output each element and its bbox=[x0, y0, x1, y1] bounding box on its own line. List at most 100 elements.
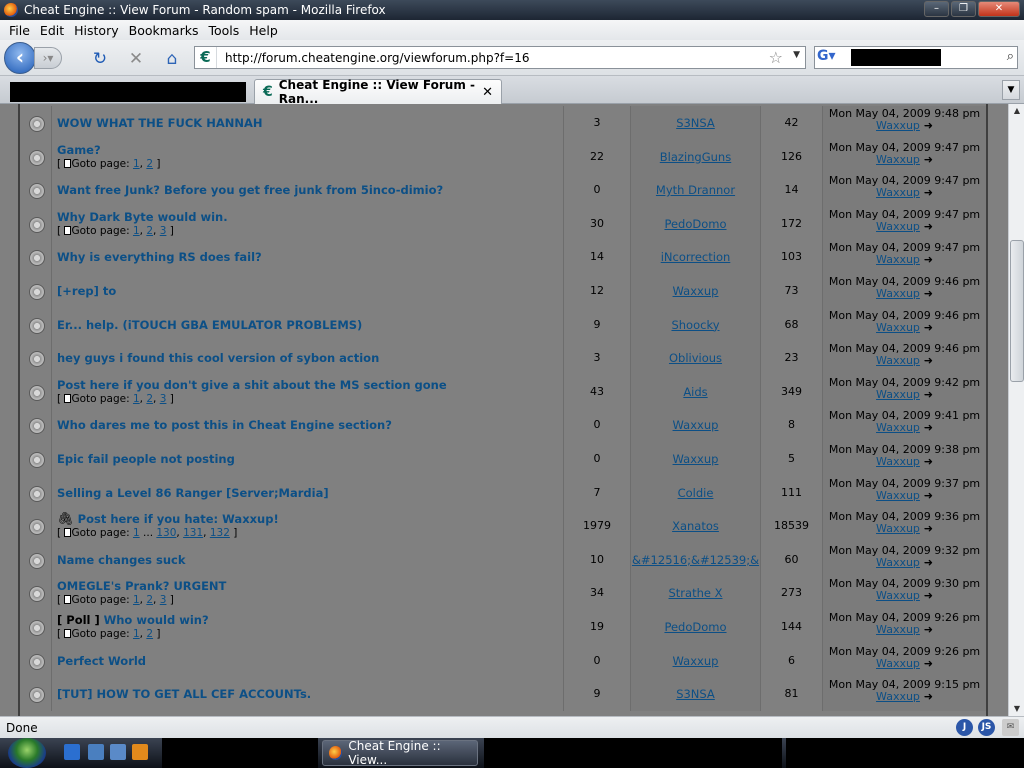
menu-help[interactable]: Help bbox=[244, 23, 283, 38]
view-latest-post-icon[interactable]: ➜ bbox=[920, 421, 933, 434]
bookmark-star-icon[interactable]: ☆ bbox=[769, 48, 783, 67]
topic-title-link[interactable]: hey guys i found this cool version of sy… bbox=[57, 351, 379, 365]
menu-history[interactable]: History bbox=[69, 23, 123, 38]
scroll-thumb[interactable] bbox=[1010, 240, 1024, 382]
topic-title-link[interactable]: Selling a Level 86 Ranger [Server;Mardia… bbox=[57, 486, 329, 500]
view-latest-post-icon[interactable]: ➜ bbox=[920, 455, 933, 468]
tab-list-button[interactable]: ▼ bbox=[1002, 80, 1020, 100]
last-poster-link[interactable]: Waxxup bbox=[876, 455, 920, 468]
view-latest-post-icon[interactable]: ➜ bbox=[920, 623, 933, 636]
minimize-button[interactable]: – bbox=[924, 1, 949, 17]
view-latest-post-icon[interactable]: ➜ bbox=[920, 220, 933, 233]
last-poster-link[interactable]: Waxxup bbox=[876, 388, 920, 401]
forward-button[interactable]: ›▾ bbox=[34, 47, 62, 69]
topic-title-link[interactable]: WOW WHAT THE FUCK HANNAH bbox=[57, 116, 263, 130]
last-poster-link[interactable]: Waxxup bbox=[876, 287, 920, 300]
author-link[interactable]: Waxxup bbox=[673, 284, 719, 298]
author-link[interactable]: Myth Drannor bbox=[656, 183, 735, 197]
topic-title-link[interactable]: OMEGLE's Prank? URGENT bbox=[57, 579, 226, 593]
last-poster-link[interactable]: Waxxup bbox=[876, 421, 920, 434]
view-latest-post-icon[interactable]: ➜ bbox=[920, 186, 933, 199]
url-dropdown-icon[interactable]: ▼ bbox=[793, 50, 800, 60]
javascript-icon[interactable]: JS bbox=[978, 719, 995, 736]
search-box[interactable]: G▾ ⌕ bbox=[814, 46, 1018, 69]
view-latest-post-icon[interactable]: ➜ bbox=[920, 119, 933, 132]
topic-title-link[interactable]: Who dares me to post this in Cheat Engin… bbox=[57, 418, 392, 432]
tab-active[interactable]: € Cheat Engine :: View Forum - Ran... ✕ bbox=[254, 78, 502, 106]
page-link[interactable]: 131 bbox=[183, 527, 203, 539]
page-link[interactable]: 2 bbox=[146, 225, 153, 237]
search-icon[interactable]: ⌕ bbox=[1007, 49, 1014, 64]
author-link[interactable]: Waxxup bbox=[673, 418, 719, 432]
last-poster-link[interactable]: Waxxup bbox=[876, 220, 920, 233]
last-poster-link[interactable]: Waxxup bbox=[876, 522, 920, 535]
topic-title-link[interactable]: [TUT] HOW TO GET ALL CEF ACCOUNTs. bbox=[57, 687, 311, 701]
view-latest-post-icon[interactable]: ➜ bbox=[920, 253, 933, 266]
google-engine-icon[interactable]: G▾ bbox=[817, 48, 836, 64]
author-link[interactable]: S3NSA bbox=[676, 687, 715, 701]
view-latest-post-icon[interactable]: ➜ bbox=[920, 489, 933, 502]
topic-title-link[interactable]: Why is everything RS does fail? bbox=[57, 250, 262, 264]
topic-title-link[interactable]: Game? bbox=[57, 143, 101, 157]
page-link[interactable]: 2 bbox=[146, 628, 153, 640]
back-button[interactable]: ‹ bbox=[4, 42, 36, 74]
author-link[interactable]: Waxxup bbox=[673, 654, 719, 668]
menu-file[interactable]: File bbox=[4, 23, 35, 38]
page-link[interactable]: 1 bbox=[133, 527, 140, 539]
close-window-button[interactable]: ✕ bbox=[978, 1, 1020, 17]
last-poster-link[interactable]: Waxxup bbox=[876, 119, 920, 132]
ie-icon[interactable] bbox=[64, 744, 80, 760]
last-poster-link[interactable]: Waxxup bbox=[876, 489, 920, 502]
view-latest-post-icon[interactable]: ➜ bbox=[920, 287, 933, 300]
last-poster-link[interactable]: Waxxup bbox=[876, 657, 920, 670]
last-poster-link[interactable]: Waxxup bbox=[876, 690, 920, 703]
view-latest-post-icon[interactable]: ➜ bbox=[920, 388, 933, 401]
switch-windows-icon[interactable] bbox=[110, 744, 126, 760]
tab-redacted[interactable] bbox=[10, 82, 246, 102]
topic-title-link[interactable]: Er... help. (iTOUCH GBA EMULATOR PROBLEM… bbox=[57, 318, 362, 332]
page-link[interactable]: 1 bbox=[133, 393, 140, 405]
page-link[interactable]: 1 bbox=[133, 225, 140, 237]
author-link[interactable]: Shoocky bbox=[671, 318, 719, 332]
taskbar-firefox-button[interactable]: Cheat Engine :: View... bbox=[322, 739, 478, 767]
topic-title-link[interactable]: Post here if you don't give a shit about… bbox=[57, 378, 447, 392]
topic-title-link[interactable]: [+rep] to bbox=[57, 284, 116, 298]
topic-title-link[interactable]: Post here if you hate: Waxxup! bbox=[78, 512, 279, 526]
last-poster-link[interactable]: Waxxup bbox=[876, 321, 920, 334]
java-icon[interactable]: J bbox=[956, 719, 973, 736]
show-desktop-icon[interactable] bbox=[88, 744, 104, 760]
maximize-button[interactable]: ❐ bbox=[951, 1, 976, 17]
url-bar[interactable]: € ☆ ▼ bbox=[194, 46, 806, 69]
last-poster-link[interactable]: Waxxup bbox=[876, 589, 920, 602]
view-latest-post-icon[interactable]: ➜ bbox=[920, 657, 933, 670]
page-link[interactable]: 130 bbox=[156, 527, 176, 539]
topic-title-link[interactable]: Want free Junk? Before you get free junk… bbox=[57, 183, 443, 197]
last-poster-link[interactable]: Waxxup bbox=[876, 556, 920, 569]
menu-edit[interactable]: Edit bbox=[35, 23, 69, 38]
scroll-down-arrow[interactable]: ▼ bbox=[1009, 702, 1024, 716]
author-link[interactable]: Waxxup bbox=[673, 452, 719, 466]
page-link[interactable]: 3 bbox=[160, 225, 167, 237]
author-link[interactable]: Strathe X bbox=[669, 586, 723, 600]
view-latest-post-icon[interactable]: ➜ bbox=[920, 556, 933, 569]
vertical-scrollbar[interactable]: ▲ ▼ bbox=[1008, 104, 1024, 716]
menu-bookmarks[interactable]: Bookmarks bbox=[124, 23, 204, 38]
page-link[interactable]: 1 bbox=[133, 628, 140, 640]
page-link[interactable]: 1 bbox=[133, 594, 140, 606]
menu-tools[interactable]: Tools bbox=[203, 23, 244, 38]
mail-icon[interactable]: ✉ bbox=[1002, 719, 1019, 736]
author-link[interactable]: BlazingGuns bbox=[660, 150, 731, 164]
close-tab-icon[interactable]: ✕ bbox=[482, 85, 493, 100]
page-link[interactable]: 3 bbox=[160, 594, 167, 606]
author-link[interactable]: S3NSA bbox=[676, 116, 715, 130]
author-link[interactable]: Aids bbox=[683, 385, 707, 399]
url-input[interactable] bbox=[225, 50, 755, 65]
last-poster-link[interactable]: Waxxup bbox=[876, 153, 920, 166]
author-link[interactable]: Xanatos bbox=[672, 519, 719, 533]
view-latest-post-icon[interactable]: ➜ bbox=[920, 690, 933, 703]
author-link[interactable]: PedoDomo bbox=[664, 620, 726, 634]
topic-title-link[interactable]: Name changes suck bbox=[57, 553, 186, 567]
view-latest-post-icon[interactable]: ➜ bbox=[920, 153, 933, 166]
page-link[interactable]: 2 bbox=[146, 594, 153, 606]
media-player-icon[interactable] bbox=[132, 744, 148, 760]
